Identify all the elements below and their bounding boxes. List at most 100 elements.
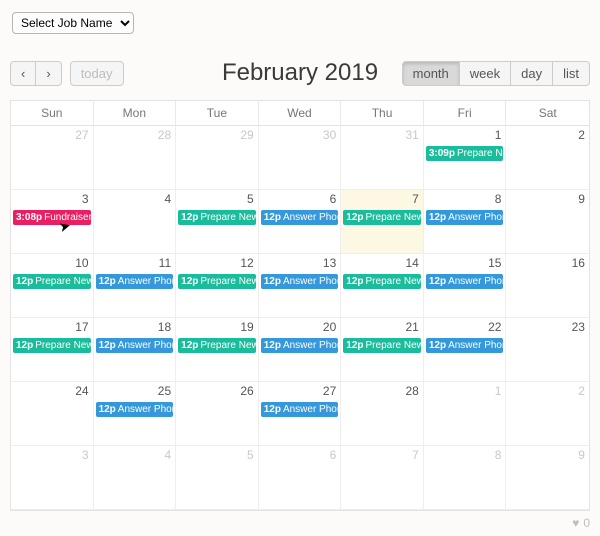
- day-cell[interactable]: 30: [259, 126, 342, 190]
- day-number: 4: [164, 448, 171, 462]
- dow-header: Sat: [506, 101, 589, 126]
- calendar-event[interactable]: 12pAnswer Phone: [261, 402, 339, 417]
- day-cell[interactable]: 21 12pPrepare Newsl: [341, 318, 424, 382]
- view-month-button[interactable]: month: [402, 61, 460, 86]
- heart-icon[interactable]: ♥: [572, 516, 579, 530]
- view-day-button[interactable]: day: [511, 61, 553, 86]
- day-cell[interactable]: 1112pAnswer Phone: [94, 254, 177, 318]
- calendar-event[interactable]: 12pAnswer Phone: [261, 274, 339, 289]
- day-cell[interactable]: 24: [11, 382, 94, 446]
- calendar-event[interactable]: 3:09pPrepare New: [426, 146, 504, 161]
- calendar-event[interactable]: 12pAnswer Phone: [96, 338, 174, 353]
- day-number: 9: [578, 448, 585, 462]
- day-cell[interactable]: 5: [176, 446, 259, 510]
- calendar-event[interactable]: 12pAnswer Phone: [261, 338, 339, 353]
- day-cell[interactable]: 712pPrepare Newsl: [341, 190, 424, 254]
- day-cell[interactable]: 7: [341, 446, 424, 510]
- next-button[interactable]: ›: [36, 61, 61, 86]
- day-cell[interactable]: 23: [506, 318, 589, 382]
- event-title: Prepare Newsl: [35, 276, 90, 287]
- day-cell[interactable]: 13:09pPrepare New: [424, 126, 507, 190]
- calendar-event[interactable]: 12pPrepare Newsl: [178, 210, 256, 225]
- day-cell[interactable]: 6: [259, 446, 342, 510]
- like-count: 0: [583, 516, 590, 530]
- day-cell[interactable]: 15 12pAnswer Phone: [424, 254, 507, 318]
- day-cell[interactable]: 19 12pPrepare Newsl: [176, 318, 259, 382]
- today-button[interactable]: today: [70, 61, 124, 86]
- day-cell[interactable]: 2212pAnswer Phone: [424, 318, 507, 382]
- calendar-grid: SunMonTueWedThuFriSat 272829303113:09pPr…: [10, 100, 590, 511]
- view-list-button[interactable]: list: [553, 61, 590, 86]
- day-cell[interactable]: 1412pPrepare Newsl: [341, 254, 424, 318]
- day-number: 4: [164, 192, 171, 206]
- prev-button[interactable]: ‹: [10, 61, 36, 86]
- day-cell[interactable]: 1312pAnswer Phone: [259, 254, 342, 318]
- view-week-button[interactable]: week: [460, 61, 511, 86]
- day-number: 21: [405, 320, 418, 334]
- calendar-event[interactable]: 12pPrepare Newsl: [13, 274, 91, 289]
- calendar-event[interactable]: 12pPrepare Newsl: [343, 338, 421, 353]
- calendar-event[interactable]: 12pPrepare Newsl: [13, 338, 91, 353]
- day-cell[interactable]: 17 12pPrepare Newsl: [11, 318, 94, 382]
- day-cell[interactable]: 4: [94, 190, 177, 254]
- calendar-event[interactable]: 3:08pFundraiser P: [13, 210, 91, 225]
- day-number: 7: [412, 448, 419, 462]
- day-cell[interactable]: 3: [11, 446, 94, 510]
- day-cell[interactable]: 2: [506, 126, 589, 190]
- day-cell[interactable]: 27: [11, 126, 94, 190]
- day-cell[interactable]: 26: [176, 382, 259, 446]
- day-number: 8: [495, 448, 502, 462]
- day-cell[interactable]: 2012pAnswer Phone: [259, 318, 342, 382]
- event-title: Answer Phone: [283, 212, 338, 223]
- day-cell[interactable]: 1212pPrepare Newsl: [176, 254, 259, 318]
- event-title: Answer Phone: [283, 340, 338, 351]
- event-time: 12p: [264, 212, 281, 223]
- day-cell[interactable]: 33:08pFundraiser P: [11, 190, 94, 254]
- day-cell[interactable]: 29: [176, 126, 259, 190]
- event-time: 12p: [429, 340, 446, 351]
- day-cell[interactable]: 28: [94, 126, 177, 190]
- calendar-event[interactable]: 12pAnswer Phone: [261, 210, 339, 225]
- calendar-event[interactable]: 12pAnswer Phone: [426, 210, 504, 225]
- event-title: Answer Phone: [283, 404, 338, 415]
- day-cell[interactable]: 31: [341, 126, 424, 190]
- day-number: 2: [578, 128, 585, 142]
- event-time: 12p: [16, 276, 33, 287]
- footer: ♥ 0: [572, 516, 590, 530]
- day-cell[interactable]: 28: [341, 382, 424, 446]
- dow-header: Wed: [259, 101, 342, 126]
- calendar-event[interactable]: 12pAnswer Phone: [426, 274, 504, 289]
- event-time: 12p: [346, 212, 363, 223]
- day-number: 19: [240, 320, 253, 334]
- calendar-event[interactable]: 12pAnswer Phone: [96, 274, 174, 289]
- day-cell[interactable]: 2: [506, 382, 589, 446]
- day-cell[interactable]: 27 12pAnswer Phone: [259, 382, 342, 446]
- calendar-event[interactable]: 12pPrepare Newsl: [343, 274, 421, 289]
- day-cell[interactable]: 8: [424, 446, 507, 510]
- calendar-event[interactable]: 12pAnswer Phone: [96, 402, 174, 417]
- day-cell[interactable]: 1: [424, 382, 507, 446]
- dow-header: Mon: [94, 101, 177, 126]
- day-cell[interactable]: 4: [94, 446, 177, 510]
- day-cell[interactable]: 1012pPrepare Newsl: [11, 254, 94, 318]
- day-number: 27: [323, 384, 336, 398]
- day-cell[interactable]: 16: [506, 254, 589, 318]
- day-cell[interactable]: 812pAnswer Phone: [424, 190, 507, 254]
- calendar-event[interactable]: 12pAnswer Phone: [426, 338, 504, 353]
- day-cell[interactable]: 612pAnswer Phone: [259, 190, 342, 254]
- day-cell[interactable]: 9: [506, 190, 589, 254]
- job-name-select[interactable]: Select Job Name: [12, 12, 134, 34]
- day-cell[interactable]: 9: [506, 446, 589, 510]
- day-cell[interactable]: 2512pAnswer Phone: [94, 382, 177, 446]
- event-time: 12p: [346, 340, 363, 351]
- day-number: 15: [488, 256, 501, 270]
- day-number: 9: [578, 192, 585, 206]
- day-number: 17: [75, 320, 88, 334]
- day-cell[interactable]: 1812pAnswer Phone: [94, 318, 177, 382]
- calendar-event[interactable]: 12pPrepare Newsl: [178, 274, 256, 289]
- calendar-event[interactable]: 12pPrepare Newsl: [178, 338, 256, 353]
- calendar-event[interactable]: 12pPrepare Newsl: [343, 210, 421, 225]
- event-title: Answer Phone: [448, 340, 503, 351]
- day-cell[interactable]: 512pPrepare Newsl: [176, 190, 259, 254]
- dow-header: Fri: [424, 101, 507, 126]
